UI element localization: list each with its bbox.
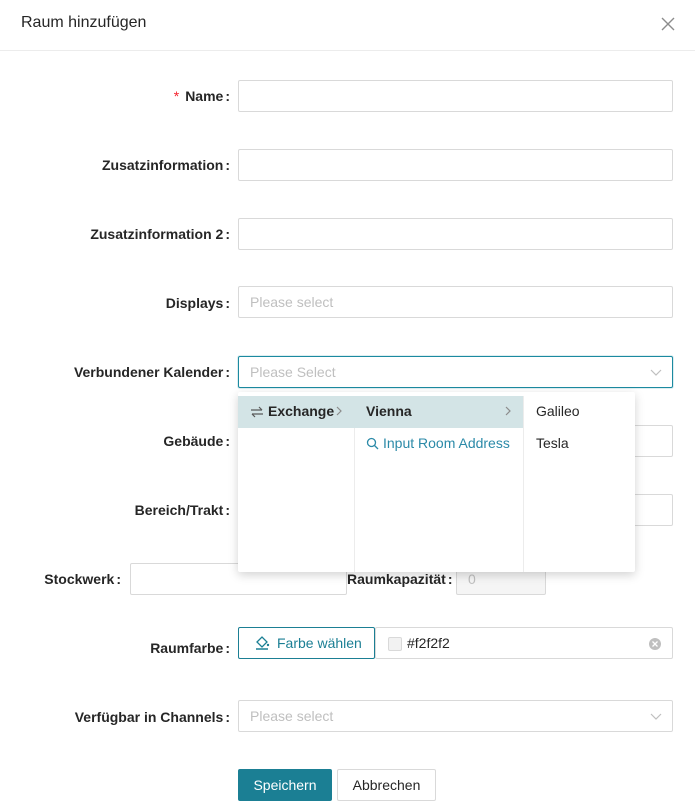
calendar-select[interactable]: Please Select [238, 356, 673, 388]
cascader-option-label: Input Room Address [383, 435, 510, 451]
zusatz-input[interactable] [238, 149, 673, 181]
channels-label: Verfügbar in Channels: [74, 709, 230, 725]
name-label: * Name: [173, 88, 230, 104]
channels-select[interactable]: Please select [238, 700, 673, 732]
swap-icon [251, 406, 263, 418]
dialog-title: Raum hinzufügen [21, 14, 147, 31]
cascader-option-label: Galileo [536, 403, 580, 419]
cascader-option-input-room-address[interactable]: Input Room Address [354, 428, 523, 460]
color-value: #f2f2f2 [407, 635, 450, 651]
chevron-down-icon [650, 713, 662, 720]
choose-color-button[interactable]: Farbe wählen [238, 627, 375, 659]
displays-label: Displays: [165, 295, 230, 311]
color-swatch [388, 637, 402, 651]
paint-bucket-icon [256, 636, 270, 650]
chevron-right-icon [505, 406, 511, 416]
calendar-placeholder: Please Select [250, 364, 336, 380]
bereich-label: Bereich/Trakt: [134, 502, 230, 518]
displays-placeholder: Please select [250, 294, 334, 310]
save-button[interactable]: Speichern [238, 769, 332, 801]
cascader-option-exchange[interactable]: Exchange [238, 396, 354, 428]
dialog-header: Raum hinzufügen [0, 0, 695, 51]
clear-icon[interactable] [648, 637, 662, 651]
chevron-right-icon [336, 406, 342, 416]
cascader-option-label: Vienna [366, 403, 412, 419]
displays-select[interactable]: Please select [238, 286, 673, 318]
cascader-option-tesla[interactable]: Tesla [524, 428, 635, 460]
required-mark: * [173, 88, 180, 104]
calendar-label: Verbundener Kalender: [73, 364, 230, 380]
color-value-input[interactable]: #f2f2f2 [375, 627, 673, 659]
kapazitaet-label: Raumkapazität: [347, 571, 453, 587]
stockwerk-label: Stockwerk: [44, 571, 121, 587]
cascader-option-galileo[interactable]: Galileo [524, 396, 635, 428]
name-input[interactable] [238, 80, 673, 112]
close-icon[interactable] [657, 13, 679, 35]
cascader-option-label: Tesla [536, 435, 569, 451]
cascader-option-label: Exchange [268, 403, 335, 419]
zusatz2-input[interactable] [238, 218, 673, 250]
zusatz-label: Zusatzinformation: [101, 157, 230, 173]
cancel-button[interactable]: Abbrechen [337, 769, 436, 801]
cascader-column-provider: Exchange [238, 396, 355, 572]
gebaeude-label: Gebäude: [163, 433, 230, 449]
choose-color-label: Farbe wählen [277, 635, 362, 651]
cascader-column-room: Galileo Tesla [524, 396, 635, 572]
calendar-cascader-dropdown: Exchange Vienna Input Room Address Galil… [238, 392, 635, 572]
chevron-down-icon [650, 369, 662, 376]
kapazitaet-value: 0 [468, 571, 476, 587]
search-icon [366, 437, 379, 450]
zusatz2-label: Zusatzinformation 2: [90, 226, 230, 242]
cascader-column-location: Vienna Input Room Address [354, 396, 524, 572]
channels-placeholder: Please select [250, 708, 334, 724]
farbe-label: Raumfarbe: [150, 640, 230, 656]
cascader-option-vienna[interactable]: Vienna [354, 396, 523, 428]
